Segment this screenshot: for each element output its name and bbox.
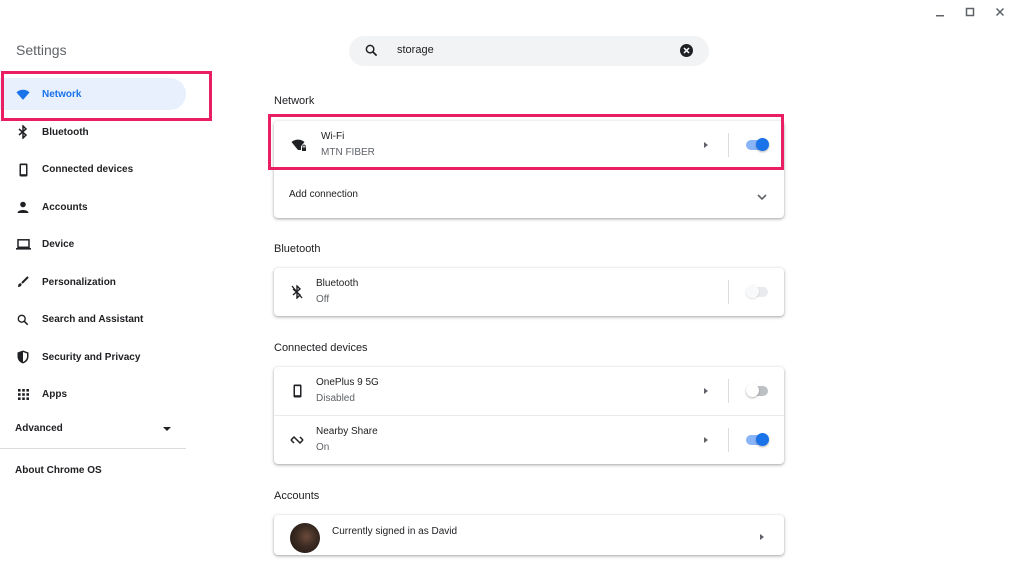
maximize-icon[interactable] — [964, 6, 976, 18]
vertical-separator — [728, 428, 729, 452]
clear-icon[interactable] — [680, 44, 693, 57]
phone-icon — [288, 382, 306, 400]
bluetooth-disabled-icon — [288, 283, 306, 301]
bluetooth-toggle[interactable] — [746, 285, 768, 298]
avatar — [290, 523, 320, 553]
laptop-icon — [14, 236, 32, 254]
bluetooth-title: Bluetooth — [316, 278, 359, 289]
sidebar-item-label: Search and Assistant — [42, 314, 144, 326]
sidebar-item-label: Network — [42, 89, 82, 101]
accounts-card: Currently signed in as David — [274, 515, 784, 555]
search-icon — [14, 311, 32, 329]
sidebar-item-label: Apps — [42, 389, 67, 401]
window-controls — [934, 2, 1006, 22]
advanced-label: Advanced — [15, 423, 63, 434]
sidebar-divider — [0, 448, 186, 449]
connected-devices-card: OnePlus 9 5G Disabled Nearby Share On — [274, 367, 784, 464]
phone-title: OnePlus 9 5G — [316, 377, 379, 388]
section-title-network: Network — [274, 95, 315, 107]
sidebar-item-accounts[interactable]: Accounts — [0, 189, 190, 227]
highlight-box-network — [1, 71, 212, 121]
sidebar-item-device[interactable]: Device — [0, 226, 190, 264]
advanced-toggle[interactable]: Advanced — [0, 416, 186, 442]
sidebar-item-label: Device — [42, 239, 75, 251]
bluetooth-row[interactable]: Bluetooth Off — [274, 268, 784, 316]
sidebar-item-label: Security and Privacy — [42, 351, 141, 363]
sidebar-item-label: Personalization — [42, 276, 116, 288]
search-icon — [365, 44, 378, 62]
phone-subtitle: Disabled — [316, 393, 355, 404]
apps-grid-icon — [14, 386, 32, 404]
phone-row[interactable]: OnePlus 9 5G Disabled — [274, 367, 784, 415]
sidebar-item-about[interactable]: About Chrome OS — [15, 465, 102, 476]
sidebar-item-label: Accounts — [42, 201, 88, 213]
nearby-share-title: Nearby Share — [316, 426, 378, 437]
minimize-icon[interactable] — [934, 6, 946, 18]
shield-icon — [14, 348, 32, 366]
nearby-share-row[interactable]: Nearby Share On — [274, 415, 784, 464]
person-icon — [14, 198, 32, 216]
sidebar-item-label: Connected devices — [42, 164, 134, 176]
caret-down-icon — [163, 427, 171, 431]
sidebar: Network Bluetooth Connected devices Acco… — [0, 76, 190, 414]
section-title-bluetooth: Bluetooth — [274, 243, 321, 255]
vertical-separator — [728, 379, 729, 403]
section-title-connected-devices: Connected devices — [274, 342, 368, 354]
wifi-icon — [14, 86, 32, 104]
nearby-share-subtitle: On — [316, 442, 330, 453]
search-box[interactable]: storage — [349, 36, 709, 66]
bluetooth-card: Bluetooth Off — [274, 268, 784, 316]
sidebar-item-personalization[interactable]: Personalization — [0, 264, 190, 302]
arrow-right-icon[interactable] — [704, 437, 708, 443]
phone-icon — [14, 161, 32, 179]
signed-in-label: Currently signed in as David — [332, 526, 458, 537]
nearby-share-toggle[interactable] — [746, 433, 769, 446]
highlight-box-wifi — [268, 114, 784, 170]
bluetooth-subtitle: Off — [316, 294, 330, 305]
chevron-down-icon[interactable] — [757, 188, 767, 206]
sidebar-item-search-and-assistant[interactable]: Search and Assistant — [0, 301, 190, 339]
signed-in-row[interactable]: Currently signed in as David — [274, 515, 784, 563]
nearby-share-icon — [288, 431, 306, 449]
sidebar-item-connected-devices[interactable]: Connected devices — [0, 151, 190, 189]
bluetooth-icon — [14, 123, 32, 141]
app-title: Settings — [16, 42, 67, 58]
arrow-right-icon[interactable] — [760, 534, 764, 540]
close-icon[interactable] — [994, 6, 1006, 18]
vertical-separator — [728, 280, 729, 304]
add-connection-row[interactable]: Add connection — [274, 169, 784, 218]
sidebar-item-apps[interactable]: Apps — [0, 376, 190, 414]
sidebar-item-security-and-privacy[interactable]: Security and Privacy — [0, 339, 190, 377]
phone-toggle[interactable] — [746, 384, 768, 397]
brush-icon — [14, 273, 32, 291]
add-connection-label: Add connection — [289, 189, 358, 200]
search-input[interactable]: storage — [397, 44, 434, 56]
arrow-right-icon[interactable] — [704, 388, 708, 394]
section-title-accounts: Accounts — [274, 490, 320, 502]
sidebar-item-label: Bluetooth — [42, 126, 89, 138]
